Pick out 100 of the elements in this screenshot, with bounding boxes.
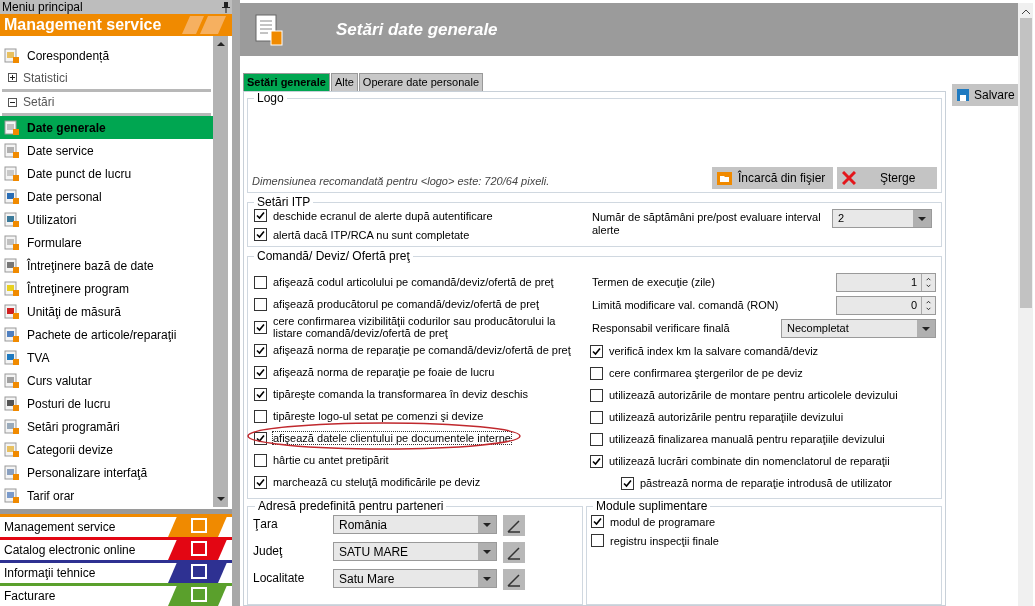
menu-item[interactable]: Corespondență (0, 44, 213, 67)
floppy-icon (957, 89, 969, 101)
checkbox[interactable] (254, 228, 267, 241)
checkbox[interactable] (254, 209, 267, 222)
checkbox-label: modul de programare (610, 515, 716, 528)
pencil-icon (507, 572, 521, 587)
checkbox[interactable] (590, 366, 603, 380)
folder-icon (717, 171, 732, 185)
menu-item[interactable]: Pachete de articole/reparaţii (0, 323, 213, 346)
menu-item-icon (4, 303, 20, 320)
checkbox-label: afişează datele clientului pe documentele interne (273, 432, 511, 444)
edit-button[interactable] (503, 515, 525, 536)
scroll-down-icon[interactable] (216, 497, 225, 501)
menu-item[interactable]: Utilizatori (0, 208, 213, 231)
edit-button[interactable] (503, 569, 525, 590)
scrollbar[interactable] (1018, 3, 1033, 606)
checkbox[interactable] (590, 454, 603, 468)
load-button[interactable]: Încarcă din fişier (712, 167, 833, 189)
menu-item[interactable]: Formulare (0, 231, 213, 254)
module-tab[interactable]: Management service (0, 514, 232, 537)
checkbox[interactable] (254, 320, 267, 334)
caret-icon (483, 522, 491, 527)
pencil-icon (507, 518, 521, 533)
address-select[interactable]: SATU MARE (333, 542, 497, 561)
menu-item[interactable]: TVA (0, 346, 213, 369)
menu-item-icon (4, 257, 20, 274)
scroll-up-icon[interactable] (1021, 9, 1030, 14)
checkbox[interactable] (591, 515, 604, 528)
checkbox-label: verifică index km la salvare comandă/deviz (609, 345, 819, 357)
tab[interactable]: Alte (330, 73, 358, 91)
checkbox[interactable] (254, 387, 267, 401)
checkbox-label: alertă dacă ITP/RCA nu sunt completate (273, 228, 470, 241)
checkbox[interactable] (254, 409, 267, 423)
pin-icon[interactable] (222, 1, 230, 13)
menu-item[interactable]: Date service (0, 139, 213, 162)
menu-item-icon (4, 349, 20, 366)
checkbox[interactable] (590, 432, 603, 446)
responsible-select[interactable]: Necompletat (781, 319, 936, 338)
field-label: Termen de execuţie (zile) (592, 275, 715, 291)
weeks-select[interactable]: 2 (832, 209, 932, 228)
menu-item-icon (4, 326, 20, 343)
group-title: Logo (256, 92, 285, 105)
scrollbar[interactable] (213, 36, 228, 507)
checkbox[interactable] (590, 344, 603, 358)
menu-group[interactable]: Statistici (2, 67, 211, 92)
menu-item[interactable]: Întreţinere program (0, 277, 213, 300)
expand-icon (8, 73, 17, 83)
menu-item[interactable]: Curs valutar (0, 369, 213, 392)
checkbox[interactable] (254, 343, 267, 357)
field-label: Judeţ (253, 543, 284, 560)
menu-item[interactable]: Unităţi de măsură (0, 300, 213, 323)
menu-item[interactable]: Întreţinere bază de date (0, 254, 213, 277)
module-tab[interactable]: Informaţii tehnice (0, 560, 232, 583)
module-header: Management service (0, 14, 232, 36)
module-tab[interactable]: Catalog electronic online (0, 537, 232, 560)
menu-item-icon (4, 234, 20, 251)
number-field[interactable]: 1 (836, 273, 936, 292)
address-select[interactable]: România (333, 515, 497, 534)
address-select[interactable]: Satu Mare (333, 569, 497, 588)
checkbox[interactable] (254, 475, 267, 489)
checkbox[interactable] (254, 297, 267, 311)
checkbox[interactable] (254, 453, 267, 467)
weeks-label: Număr de săptămâni pre/post evaluare interval alerte (592, 210, 822, 238)
delete-button[interactable]: Şterge (837, 167, 937, 189)
checkbox-label: utilizează finalizarea manuală pentru reparaţiile devizului (609, 433, 885, 445)
checkbox-label: deschide ecranul de alerte după autentificare (273, 209, 493, 222)
menu-item[interactable]: Categorii devize (0, 438, 213, 461)
caret-icon (483, 549, 491, 554)
menu-item-icon (4, 487, 20, 504)
menu-item[interactable]: Date punct de lucru (0, 162, 213, 185)
module-icon (168, 560, 228, 583)
scroll-up-icon[interactable] (216, 42, 225, 46)
checkbox[interactable] (254, 275, 267, 289)
checkbox[interactable] (254, 365, 267, 379)
tab[interactable]: Setări generale (243, 73, 330, 91)
menu-item[interactable]: Date personal (0, 185, 213, 208)
checkbox[interactable] (621, 476, 634, 490)
number-field[interactable]: 0 (836, 296, 936, 315)
edit-button[interactable] (503, 542, 525, 563)
module-icon (168, 514, 228, 537)
menu-item[interactable]: Posturi de lucru (0, 392, 213, 415)
checkbox-label: tipăreşte logo-ul setat pe comenzi şi devize (273, 410, 484, 422)
menu-item-icon (4, 211, 20, 228)
checkbox[interactable] (590, 388, 603, 402)
checkbox[interactable] (590, 410, 603, 424)
checkbox-label: utilizează autorizările de montare pentru articolele devizului (609, 389, 898, 401)
menu-item[interactable]: Setări programări (0, 415, 213, 438)
group-title: Comandă/ Deviz/ Ofertă preţ (256, 250, 411, 263)
menu-item-icon (4, 464, 20, 481)
module-tab[interactable]: Facturare (0, 583, 232, 606)
checkbox[interactable] (591, 534, 604, 547)
tab[interactable]: Operare date personale (358, 73, 484, 91)
page-title: Setări date generale (336, 18, 498, 41)
field-label: Localitate (253, 570, 306, 587)
menu-item[interactable]: Personalizare interfaţă (0, 461, 213, 484)
checkbox-label: hârtie cu antet pretipărit (273, 454, 389, 466)
menu-item[interactable]: Tarif orar (0, 484, 213, 507)
save-button[interactable]: Salvare (952, 84, 1020, 106)
checkbox-label: afişează norma de reparaţie pe comandă/deviz/ofertă de preţ (273, 344, 571, 356)
menu-item[interactable]: Date generale (0, 116, 213, 139)
